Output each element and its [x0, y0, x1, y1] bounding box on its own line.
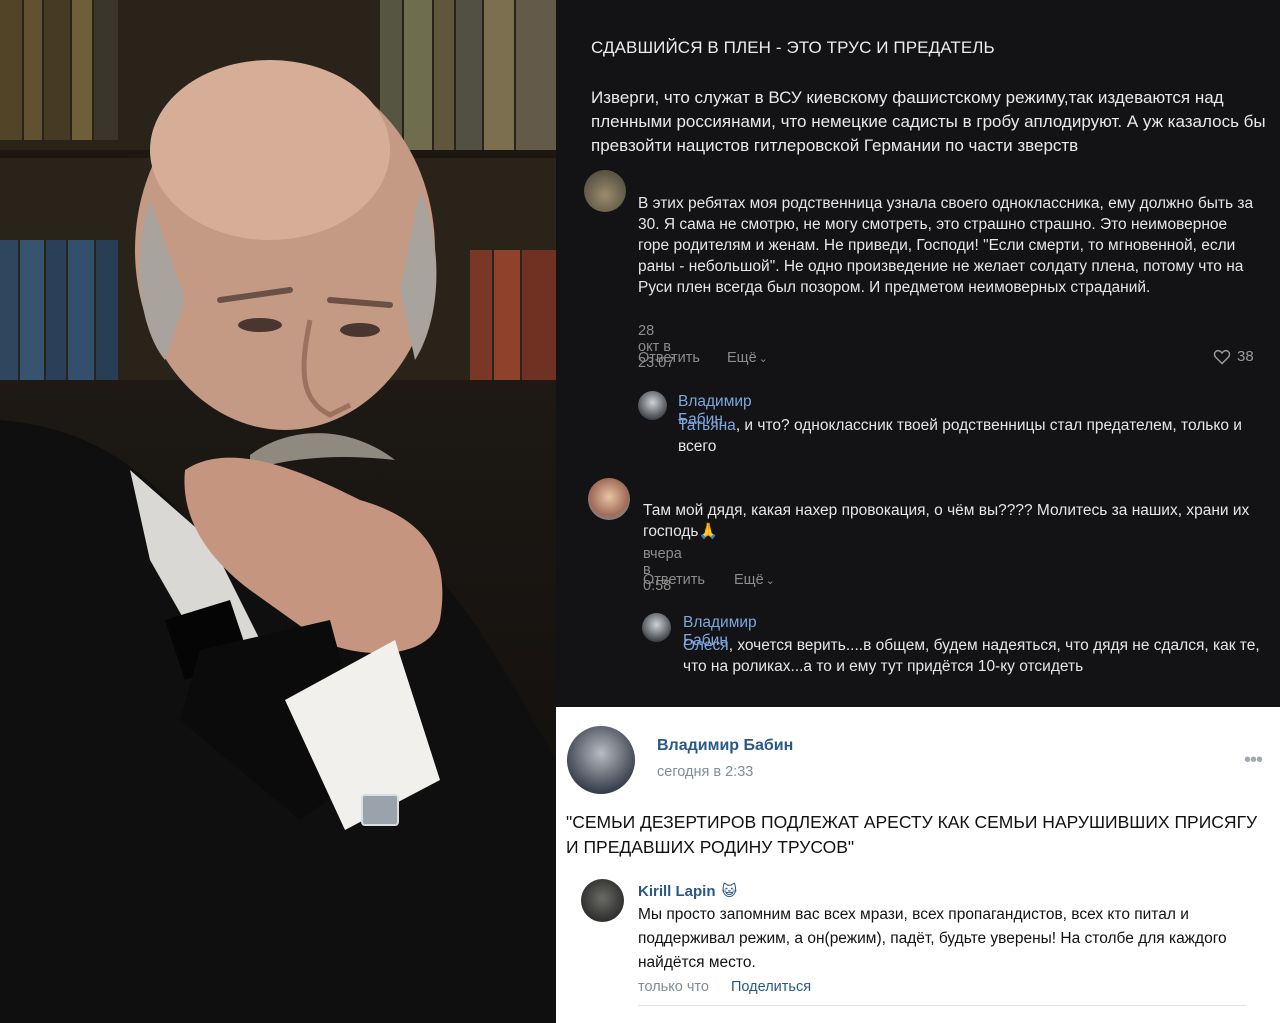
reply-text: Татьяна, и что? одноклассник твоей родст…	[678, 415, 1248, 457]
reply-button[interactable]: Ответить	[643, 572, 705, 588]
avatar[interactable]	[638, 391, 667, 420]
more-label: Ещё	[734, 572, 764, 588]
man-portrait-illustration	[0, 60, 556, 1023]
comment-text: Там мой дядя, какая нахер провокация, о …	[643, 500, 1263, 542]
post-text: "СЕМЬИ ДЕЗЕРТИРОВ ПОДЛЕЖАТ АРЕСТУ КАК СЕ…	[566, 812, 1258, 857]
like-count: 38	[1237, 348, 1254, 365]
comment-author-name: Kirill Lapin	[638, 882, 716, 900]
share-button[interactable]: Поделиться	[731, 979, 811, 995]
post-author[interactable]: Владимир Бабин	[657, 737, 793, 755]
post-time[interactable]: сегодня в 2:33	[657, 764, 753, 780]
avatar[interactable]	[642, 613, 671, 642]
avatar[interactable]	[581, 879, 624, 922]
avatar[interactable]	[584, 170, 626, 212]
comment-text: В этих ребятах моя родственница узнала с…	[638, 195, 1254, 296]
more-options-icon[interactable]: •••	[1244, 749, 1263, 772]
avatar[interactable]	[567, 726, 635, 794]
more-button[interactable]: Ещё ⌄	[734, 572, 775, 588]
chevron-down-icon: ⌄	[765, 575, 775, 587]
cat-emoji: 😺	[721, 883, 738, 900]
reply-body: , и что? одноклассник твоей родственницы…	[678, 417, 1242, 455]
heart-icon	[1213, 349, 1231, 365]
reply-body: , хочется верить....в общем, будем надея…	[683, 637, 1260, 675]
vk-post-screenshot: Владимир Бабин сегодня в 2:33 ••• "СЕМЬИ…	[556, 707, 1280, 1023]
comment-text: Мы просто запомним вас всех мрази, всех …	[638, 906, 1227, 971]
portrait-photo	[0, 0, 556, 1023]
reply-text: Олеся, хочется верить....в общем, будем …	[683, 635, 1273, 677]
comment-author[interactable]: Kirill Lapin 😺	[638, 882, 738, 901]
pray-emoji: 🙏	[698, 523, 718, 540]
dark-comments-screenshot: СДАВШИЙСЯ В ПЛЕН - ЭТО ТРУС И ПРЕДАТЕЛЬ …	[556, 0, 1280, 707]
chevron-down-icon: ⌄	[758, 353, 768, 365]
addressee-link[interactable]: Олеся	[683, 637, 729, 654]
comment-body: Там мой дядя, какая нахер провокация, о …	[643, 502, 1250, 540]
reply-button[interactable]: Ответить	[638, 350, 700, 366]
post-heading: СДАВШИЙСЯ В ПЛЕН - ЭТО ТРУС И ПРЕДАТЕЛЬ	[591, 38, 995, 57]
avatar[interactable]	[588, 478, 630, 520]
comment-time[interactable]: только что	[638, 979, 709, 995]
more-label: Ещё	[727, 350, 757, 366]
divider	[638, 1005, 1246, 1006]
like-button[interactable]: 38	[1213, 348, 1254, 365]
addressee-link[interactable]: Татьяна	[678, 417, 736, 434]
more-button[interactable]: Ещё ⌄	[727, 350, 768, 366]
post-body: Изверги, что служат в ВСУ киевскому фаши…	[591, 88, 1266, 155]
